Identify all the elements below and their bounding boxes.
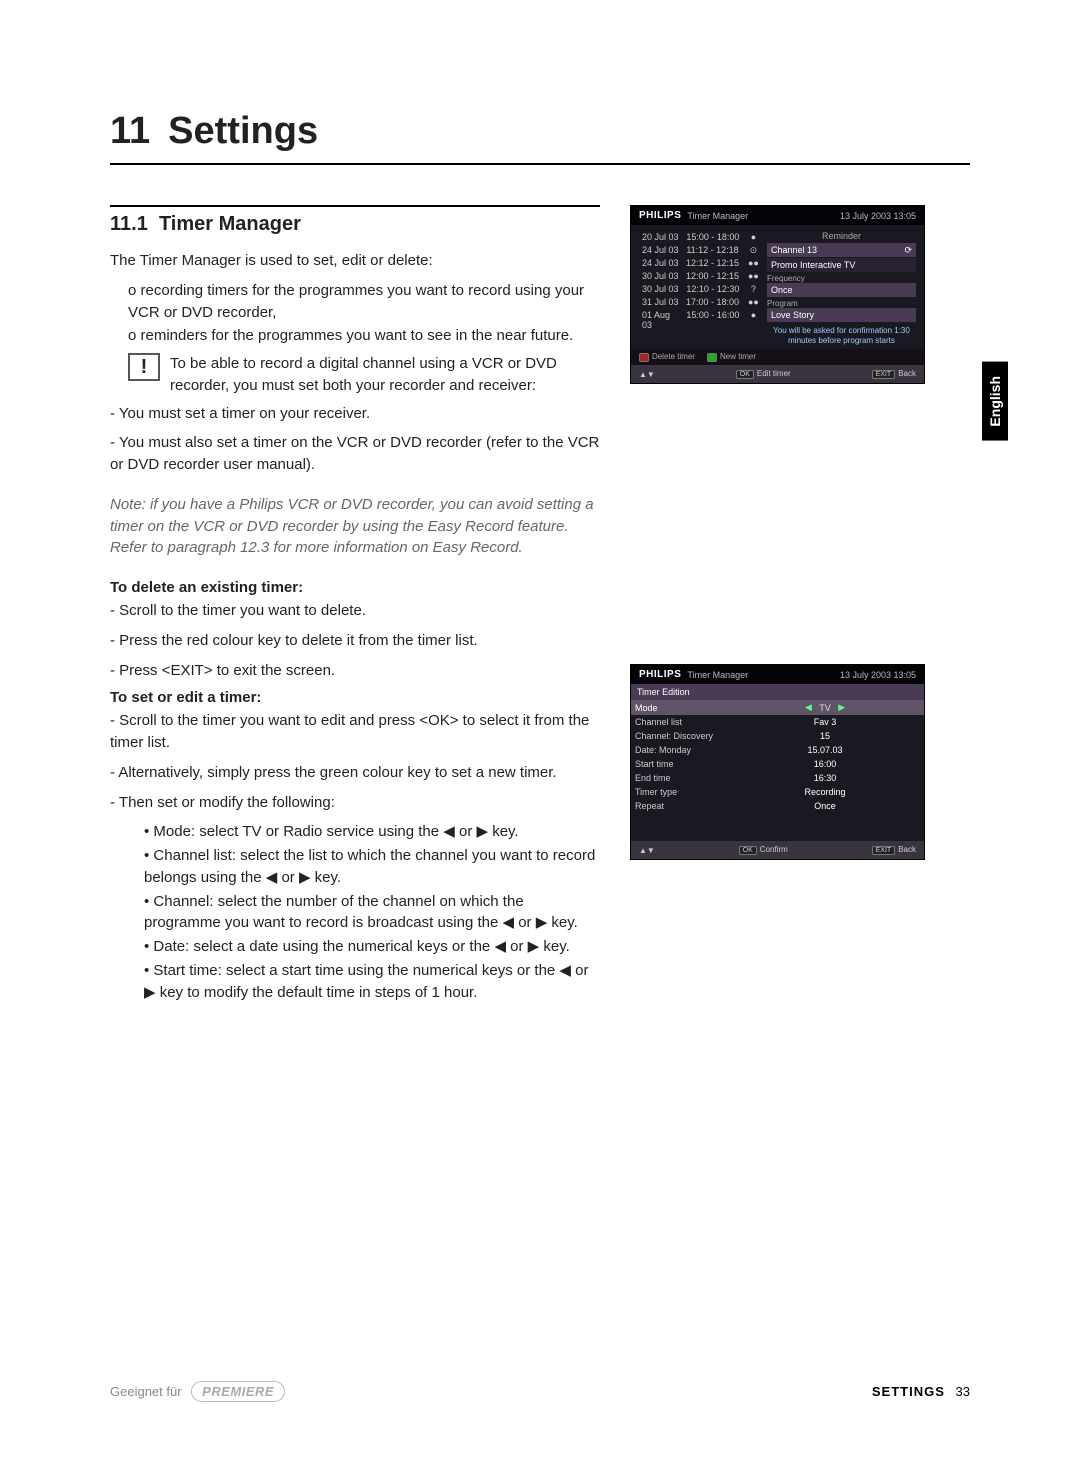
timer-edition-screenshot: PHILIPS Timer Manager 13 July 2003 13:05…: [630, 664, 925, 860]
edit-timer-label: Edit timer: [757, 369, 791, 378]
chapter-heading: 11 Settings: [110, 110, 970, 153]
screen-title: Timer Manager: [687, 670, 748, 680]
screen-datetime: 13 July 2003 13:05: [840, 670, 916, 680]
nav-arrows-icon: ▲▼: [639, 846, 655, 855]
section-heading: 11.1 Timer Manager: [110, 205, 600, 236]
intro-item: reminders for the programmes you want to…: [141, 327, 574, 344]
set-step: Alternatively, simply press the green co…: [118, 764, 556, 781]
warning-icon: !: [128, 353, 160, 381]
screen-datetime: 13 July 2003 13:05: [840, 211, 916, 221]
new-timer-label: New timer: [720, 352, 756, 361]
intro-item: recording timers for the programmes you …: [128, 282, 584, 321]
delete-step: Scroll to the timer you want to delete.: [119, 602, 366, 619]
freq-value: Once: [767, 283, 916, 297]
channel-name: Promo Interactive TV: [767, 258, 916, 272]
set-subitem: Channel list: select the list to which t…: [144, 847, 595, 886]
timer-row: 24 Jul 0311:12 - 12:18⊙: [639, 244, 761, 256]
chapter-title: Settings: [168, 110, 318, 152]
screen-title: Timer Manager: [687, 211, 748, 221]
prog-label: Program: [767, 299, 916, 308]
timer-row: 24 Jul 0312:12 - 12:15●●: [639, 257, 761, 269]
edition-row: Date: Monday15.07.03: [631, 743, 924, 757]
section-title: Timer Manager: [159, 213, 301, 235]
prog-value: Love Story: [767, 308, 916, 322]
warning-text: To be able to record a digital channel u…: [170, 353, 600, 397]
timer-row: 30 Jul 0312:00 - 12:15●●: [639, 270, 761, 282]
edition-row: Mode◀ TV ▶: [631, 700, 924, 715]
set-subitem: Start time: select a start time using th…: [144, 962, 588, 1001]
ok-key-icon: OK: [736, 370, 754, 379]
freq-label: Frequency: [767, 274, 916, 283]
premiere-logo: PREMIERE: [191, 1381, 285, 1402]
delete-timer-label: Delete timer: [652, 352, 695, 361]
footer-right: SETTINGS 33: [872, 1384, 970, 1399]
brand-label: PHILIPS: [639, 210, 681, 221]
footer-section: SETTINGS: [872, 1384, 945, 1399]
timer-list: 20 Jul 0315:00 - 18:00●24 Jul 0311:12 - …: [639, 231, 761, 345]
page-number: 33: [956, 1384, 970, 1399]
edition-row: End time16:30: [631, 771, 924, 785]
footer-left: Geeignet für PREMIERE: [110, 1384, 285, 1399]
geeignet-label: Geeignet für: [110, 1384, 182, 1399]
chapter-rule: [110, 163, 970, 165]
red-key-icon: [639, 353, 649, 362]
timer-row: 20 Jul 0315:00 - 18:00●: [639, 231, 761, 243]
section-number: 11.1: [110, 213, 148, 235]
language-tab: English: [982, 362, 1008, 441]
set-subitem: Channel: select the number of the channe…: [144, 893, 578, 932]
intro-text: The Timer Manager is used to set, edit o…: [110, 250, 600, 272]
brand-label: PHILIPS: [639, 669, 681, 680]
delete-step: Press the red colour key to delete it fr…: [119, 632, 477, 649]
confirm-label: Confirm: [760, 845, 788, 854]
exit-key-icon: EXIT: [872, 370, 896, 379]
back-label: Back: [898, 845, 916, 854]
set-step: Scroll to the timer you want to edit and…: [110, 712, 589, 751]
warning-bullet: You must set a timer on your receiver.: [119, 405, 370, 422]
timer-manager-screenshot: PHILIPS Timer Manager 13 July 2003 13:05…: [630, 205, 925, 384]
nav-arrows-icon: ▲▼: [639, 370, 655, 379]
set-step: Then set or modify the following:: [119, 794, 335, 811]
delete-step: Press <EXIT> to exit the screen.: [119, 662, 335, 679]
channel-field: Channel 13 ⟳: [767, 243, 916, 257]
timer-row: 01 Aug 0315:00 - 16:00●: [639, 309, 761, 331]
edition-row: Timer typeRecording: [631, 785, 924, 799]
chapter-number: 11: [110, 110, 150, 152]
confirm-note: You will be asked for confirmation 1:30 …: [767, 326, 916, 345]
warning-bullet: You must also set a timer on the VCR or …: [110, 434, 599, 473]
edition-row: Channel: Discovery15: [631, 729, 924, 743]
warning-box: ! To be able to record a digital channel…: [128, 353, 600, 397]
set-subitem: Mode: select TV or Radio service using t…: [153, 823, 518, 840]
timer-row: 30 Jul 0312:10 - 12:30?: [639, 283, 761, 295]
reminder-label: Reminder: [767, 231, 916, 243]
edition-row: Channel listFav 3: [631, 715, 924, 729]
delete-heading: To delete an existing timer:: [110, 579, 600, 596]
timer-edition-header: Timer Edition: [631, 684, 924, 700]
set-subitem: Date: select a date using the numerical …: [153, 938, 569, 955]
edition-row: RepeatOnce: [631, 799, 924, 813]
field-label: Channel 13: [771, 245, 817, 255]
edition-row: Start time16:00: [631, 757, 924, 771]
timer-row: 31 Jul 0317:00 - 18:00●●: [639, 296, 761, 308]
exit-key-icon: EXIT: [872, 846, 896, 855]
intro-list: o recording timers for the programmes yo…: [128, 280, 600, 347]
back-label: Back: [898, 369, 916, 378]
ok-key-icon: OK: [739, 846, 757, 855]
green-key-icon: [707, 353, 717, 362]
note-text: Note: if you have a Philips VCR or DVD r…: [110, 494, 600, 559]
set-heading: To set or edit a timer:: [110, 689, 600, 706]
